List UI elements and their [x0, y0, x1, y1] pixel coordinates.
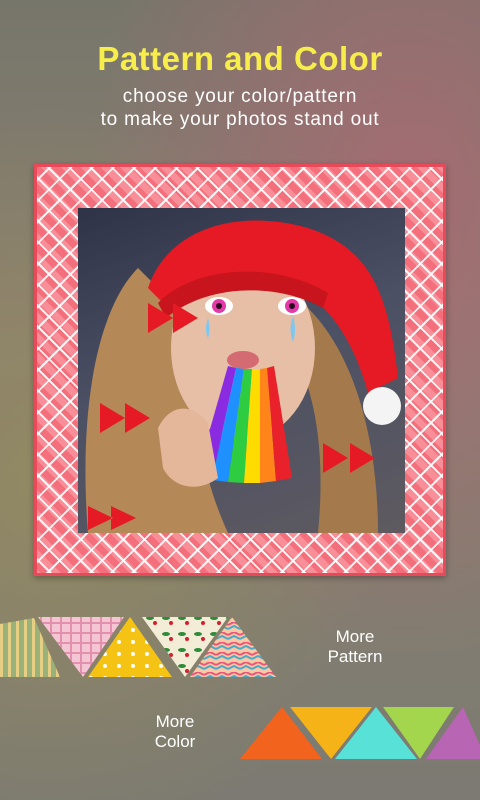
- subtitle-line-2: to make your photos stand out: [100, 109, 380, 130]
- more-pattern-button[interactable]: More Pattern: [310, 627, 400, 667]
- color-swatches: [240, 707, 480, 759]
- preview-photo: [78, 208, 405, 533]
- pattern-swatches: [0, 617, 276, 677]
- page-title: Pattern and Color: [97, 40, 383, 77]
- more-pattern-label-line1: More: [335, 627, 375, 646]
- subtitle-line-1: choose your color/pattern: [122, 86, 358, 107]
- photo-illustration: [85, 220, 401, 533]
- more-pattern-label-line2: Pattern: [327, 647, 383, 666]
